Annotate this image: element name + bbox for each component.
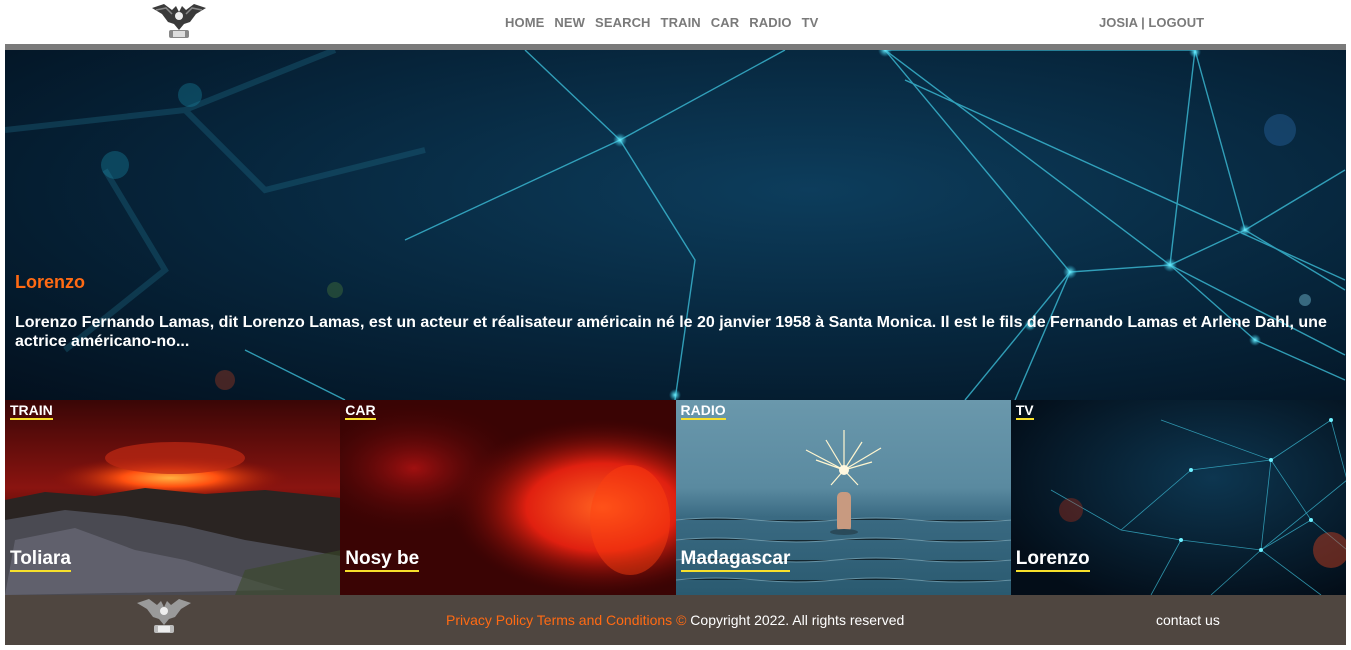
category-cards: TRAIN Toliara CAR Nosy be RADIO Madagasc… xyxy=(5,400,1346,595)
privacy-policy-link[interactable]: Privacy Policy xyxy=(446,612,533,628)
card-category-label[interactable]: RADIO xyxy=(680,402,726,420)
user-separator: | xyxy=(1141,15,1145,30)
footer-legal: Privacy Policy Terms and Conditions © Co… xyxy=(446,612,904,628)
hero-description: Lorenzo Fernando Lamas, dit Lorenzo Lama… xyxy=(15,314,1327,350)
card-category-label[interactable]: TV xyxy=(1015,402,1034,420)
card-radio[interactable]: RADIO Madagascar xyxy=(675,400,1011,595)
user-menu: JOSIA | LOGOUT xyxy=(1099,15,1204,30)
nav-train[interactable]: TRAIN xyxy=(661,15,701,30)
card-train[interactable]: TRAIN Toliara xyxy=(5,400,341,595)
contact-us-link[interactable]: contact us xyxy=(1156,612,1220,628)
terms-link[interactable]: Terms and Conditions xyxy=(537,612,672,628)
copyright-text: Copyright 2022. All rights reserved xyxy=(690,612,905,628)
nav-tv[interactable]: TV xyxy=(802,15,819,30)
nav-car[interactable]: CAR xyxy=(711,15,739,30)
main-nav: HOME NEW SEARCH TRAIN CAR RADIO TV xyxy=(505,15,818,30)
card-title[interactable]: Nosy be xyxy=(345,548,420,572)
nav-home[interactable]: HOME xyxy=(505,15,544,30)
card-category-label[interactable]: TRAIN xyxy=(10,402,53,420)
card-category-label[interactable]: CAR xyxy=(345,402,376,420)
logout-link[interactable]: LOGOUT xyxy=(1148,15,1204,30)
hero-title[interactable]: Lorenzo xyxy=(15,272,85,293)
site-header: HOME NEW SEARCH TRAIN CAR RADIO TV JOSIA… xyxy=(0,0,1351,44)
nav-radio[interactable]: RADIO xyxy=(749,15,791,30)
nav-new[interactable]: NEW xyxy=(554,15,585,30)
card-title[interactable]: Toliara xyxy=(10,548,71,572)
card-title[interactable]: Lorenzo xyxy=(1015,548,1090,572)
eagle-logo-icon[interactable] xyxy=(135,595,193,639)
card-car[interactable]: CAR Nosy be xyxy=(340,400,676,595)
user-name-link[interactable]: JOSIA xyxy=(1099,15,1138,30)
eagle-logo-icon[interactable] xyxy=(150,0,208,42)
card-tv[interactable]: TV Lorenzo xyxy=(1010,400,1346,595)
site-footer: Privacy Policy Terms and Conditions © Co… xyxy=(5,595,1346,645)
nav-search[interactable]: SEARCH xyxy=(595,15,651,30)
card-title[interactable]: Madagascar xyxy=(680,548,791,572)
copyright-symbol: © xyxy=(676,612,687,628)
hero-banner[interactable]: Lorenzo Lorenzo Fernando Lamas, dit Lore… xyxy=(5,50,1346,400)
